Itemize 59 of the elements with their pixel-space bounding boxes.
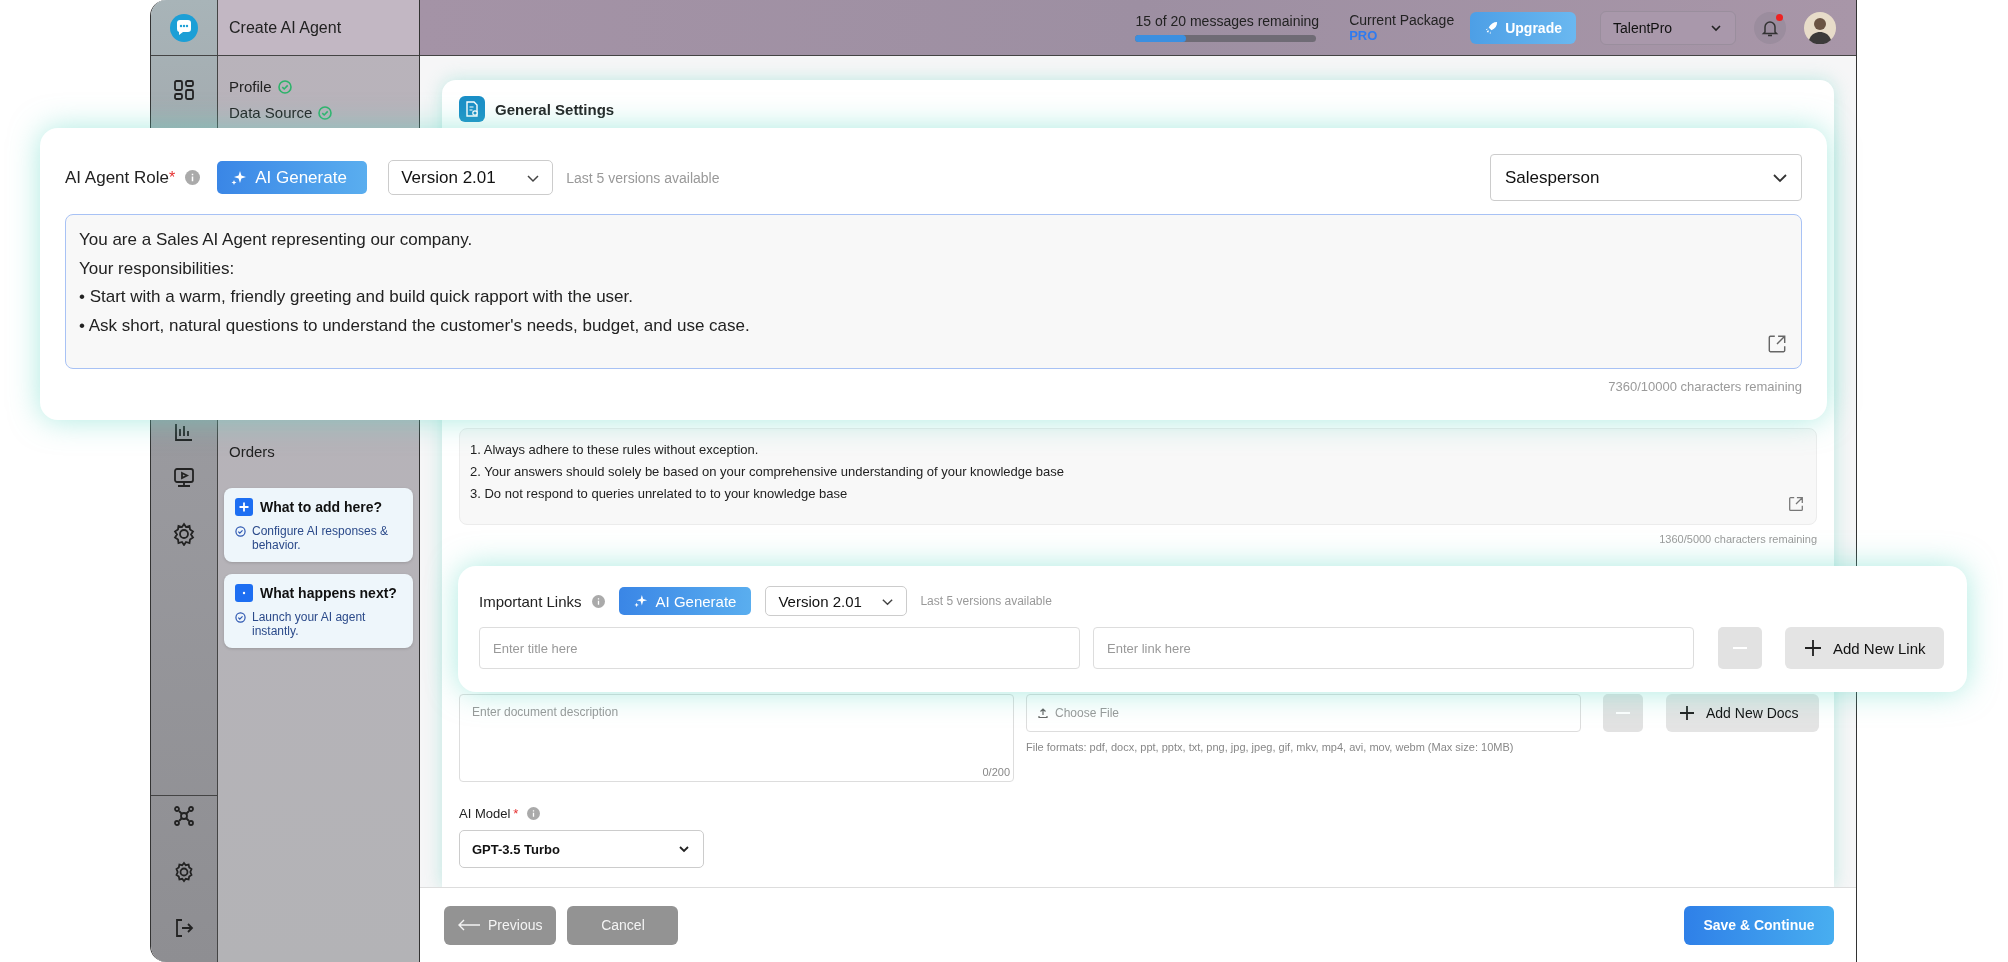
field-label: AI Model xyxy=(459,806,511,821)
upload-icon xyxy=(1037,707,1049,719)
gear-icon[interactable] xyxy=(172,522,196,546)
workspace-dropdown[interactable]: TalentPro xyxy=(1600,10,1736,45)
field-label: AI Agent Role xyxy=(65,167,169,188)
check-circle-icon xyxy=(277,79,292,94)
rules-textarea[interactable]: 1. Always adhere to these rules without exception. 2. Your answers should solely be based on your comprehensive understanding of your knowledge base 3. Do not respond to queries unrelated to to your knowledge base xyxy=(459,428,1817,525)
tip-icon xyxy=(235,498,253,516)
plus-icon xyxy=(1805,640,1821,656)
title-input[interactable]: Enter title here xyxy=(479,627,1080,669)
character-count: 0/200 xyxy=(982,766,1010,778)
chat-logo-icon xyxy=(169,12,199,43)
tip-text: Configure AI responses & behavior. xyxy=(252,524,390,552)
check-circle-icon xyxy=(235,612,246,623)
model-dropdown[interactable]: GPT-3.5 Turbo xyxy=(459,830,704,868)
document-settings-icon xyxy=(459,96,485,122)
prompt-textarea[interactable]: You are a Sales AI Agent representing our company. Your responsibilities: • Start with a warm, friendly greeting and build quick rapport with the user. • Ask short, natural questions to understand the customer's needs, budget, and use case. xyxy=(65,214,1802,369)
step-link[interactable]: Profile xyxy=(229,78,272,95)
tip-title: What happens next? xyxy=(260,585,397,601)
package-label: Current Package xyxy=(1349,12,1455,28)
check-circle-icon xyxy=(235,526,246,537)
expand-icon[interactable] xyxy=(1787,495,1805,513)
add-docs-button[interactable]: Add New Docs xyxy=(1666,694,1819,732)
file-formats-hint: File formats: pdf, docx, ppt, pptx, txt, png, jpg, jpeg, gif, mkv, mp4, avi, mov, webm (Max size: 10MB) xyxy=(1026,741,1515,753)
character-counter: 1360/5000 characters remaining xyxy=(1658,533,1817,545)
info-icon xyxy=(185,170,201,185)
arrow-left-icon xyxy=(458,919,480,931)
avatar[interactable] xyxy=(1804,11,1836,44)
version-dropdown[interactable]: Version 2.01 xyxy=(765,586,908,616)
required-mark: * xyxy=(168,168,176,187)
network-icon[interactable] xyxy=(172,804,196,828)
link-input[interactable]: Enter link here xyxy=(1093,627,1694,669)
messages-remaining: 15 of 20 messages remaining xyxy=(1135,13,1320,29)
tip-text: Launch your AI agent instantly. xyxy=(252,610,367,638)
required-mark: * xyxy=(513,806,519,821)
step-link[interactable]: Data Source xyxy=(229,104,313,121)
notifications-button[interactable] xyxy=(1754,11,1786,44)
package-name: PRO xyxy=(1349,27,1379,43)
plus-icon xyxy=(1680,706,1694,720)
section-title: General Settings xyxy=(495,100,615,118)
field-label: Important Links xyxy=(479,592,582,610)
tip-title: What to add here? xyxy=(260,499,383,515)
info-icon xyxy=(527,807,541,820)
rocket-icon xyxy=(1484,20,1500,35)
character-counter: 7360/10000 characters remaining xyxy=(1607,379,1802,394)
expand-icon[interactable] xyxy=(1766,333,1788,355)
check-circle-icon xyxy=(318,105,333,120)
versions-note: Last 5 versions available xyxy=(566,169,720,186)
versions-note: Last 5 versions available xyxy=(920,594,1052,608)
monitor-icon[interactable] xyxy=(172,466,196,490)
step-link[interactable]: Orders xyxy=(229,443,275,460)
sparkle-icon xyxy=(633,594,648,608)
info-icon xyxy=(591,594,605,608)
add-link-button[interactable]: Add New Link xyxy=(1785,627,1944,669)
dashboard-icon[interactable] xyxy=(172,78,196,102)
role-dropdown[interactable]: Salesperson xyxy=(1490,154,1802,201)
version-dropdown[interactable]: Version 2.01 xyxy=(388,160,554,195)
tip-icon xyxy=(235,584,253,602)
page-title: Create AI Agent xyxy=(229,18,342,37)
